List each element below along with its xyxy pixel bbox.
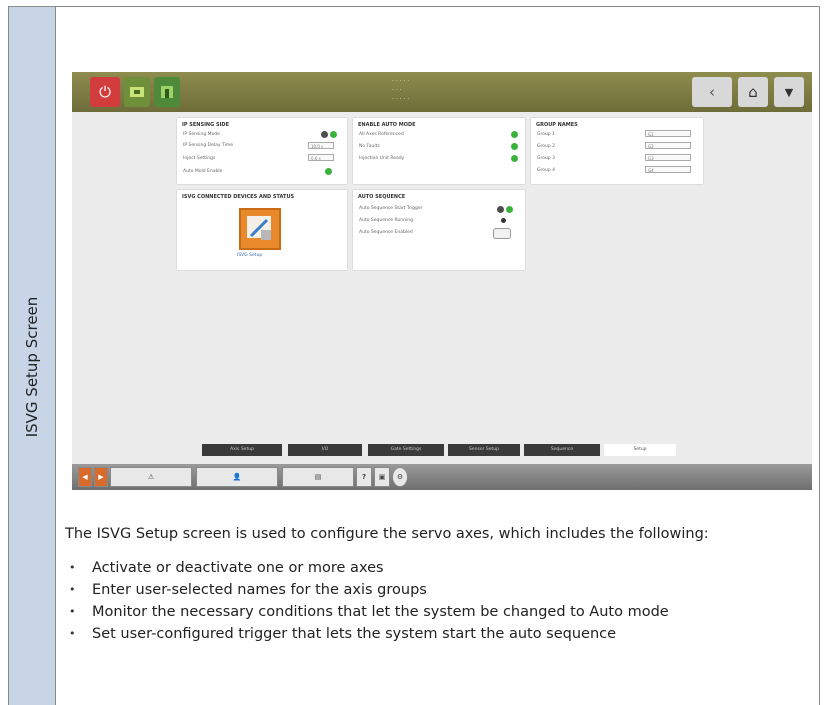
- trigger-indicator[interactable]: [506, 206, 513, 213]
- feature-list: Activate or deactivate one or more axes …: [65, 557, 805, 645]
- row-label: No Faults: [359, 144, 380, 149]
- next-button[interactable]: ▶: [94, 467, 108, 487]
- arrow-right-icon: ▶: [98, 473, 104, 481]
- group-name-input[interactable]: G4: [645, 166, 691, 173]
- row-label: Group 4: [537, 168, 555, 173]
- recipe-panel[interactable]: ▤: [282, 467, 354, 487]
- warning-icon: ⚠: [147, 473, 155, 481]
- info-line: · · ·: [392, 87, 402, 94]
- mold-icon: [130, 87, 144, 97]
- tab-setup[interactable]: Setup: [604, 444, 676, 456]
- row-label: All Axes Referenced: [359, 132, 404, 137]
- settings-button[interactable]: ⚙: [392, 467, 408, 487]
- alarm-panel[interactable]: ⚠: [110, 467, 192, 487]
- power-button[interactable]: ⏻: [90, 77, 120, 107]
- status-indicator: [511, 143, 518, 150]
- back-button[interactable]: ‹: [692, 77, 732, 107]
- group-name-input[interactable]: G3: [645, 154, 691, 161]
- tab-axis-setup[interactable]: Axis Setup: [202, 444, 282, 456]
- status-indicator: [511, 155, 518, 162]
- row-label: Inject Settings: [183, 156, 216, 161]
- hmi-top-bar: ⏻ · · · · · · · · · · · · · ‹ ⌂ ▼: [72, 72, 812, 112]
- connected-devices-card: ISVG CONNECTED DEVICES AND STATUS ISVG S…: [177, 190, 347, 270]
- row-label: Auto Sequence Running: [359, 218, 413, 223]
- home-button[interactable]: ⌂: [738, 77, 768, 107]
- tab-sequence[interactable]: Sequence: [524, 444, 600, 456]
- trigger-indicator[interactable]: [497, 206, 504, 213]
- row-label: Auto Mold Enable: [183, 169, 223, 174]
- user-icon: 👤: [232, 473, 242, 481]
- arrow-left-icon: ◀: [82, 473, 88, 481]
- row-label: Group 2: [537, 144, 555, 149]
- card-title: GROUP NAMES: [536, 122, 578, 128]
- isvg-setup-tile[interactable]: [239, 208, 281, 250]
- power-icon: ⏻: [99, 83, 111, 101]
- isvg-device-icon: [247, 216, 271, 240]
- mode-indicator[interactable]: [330, 131, 337, 138]
- group-names-card: GROUP NAMES Group 1 Group 2 Group 3 Grou…: [531, 118, 703, 184]
- running-indicator: [501, 218, 506, 223]
- row-label: Injection Unit Ready: [359, 156, 405, 161]
- home-icon: ⌂: [748, 83, 758, 101]
- group-name-input[interactable]: G1: [645, 130, 691, 137]
- download-button[interactable]: ▼: [774, 77, 804, 107]
- row-label: IP Sensing Mode: [183, 132, 220, 137]
- sidebar-title: ISVG Setup Screen: [23, 296, 41, 438]
- machine-status-icon[interactable]: [124, 77, 150, 107]
- recipe-icon: ▤: [314, 473, 322, 481]
- inject-setting-field[interactable]: 0.0 s: [308, 154, 334, 161]
- status-bar: ◀ ▶ ⚠ 👤 ▤ ? ▣ ⚙: [72, 464, 812, 490]
- delay-time-field[interactable]: 10.0 s: [308, 142, 334, 149]
- card-title: ENABLE AUTO MODE: [358, 122, 416, 128]
- isvg-setup-caption[interactable]: ISVG Setup: [237, 253, 262, 258]
- help-button[interactable]: ?: [356, 467, 372, 487]
- list-item: Enter user-selected names for the axis g…: [65, 579, 805, 601]
- screenshot-button[interactable]: ▣: [374, 467, 390, 487]
- isvg-status-icon[interactable]: [154, 77, 180, 107]
- camera-icon: ▣: [378, 473, 386, 481]
- tab-gate-settings[interactable]: Gate Settings: [368, 444, 444, 456]
- status-indicator: [511, 131, 518, 138]
- valve-gate-icon: [161, 86, 173, 98]
- user-panel[interactable]: 👤: [196, 467, 278, 487]
- row-label: Group 3: [537, 156, 555, 161]
- enable-toggle[interactable]: [493, 228, 511, 239]
- description-intro: The ISVG Setup screen is used to configu…: [65, 526, 709, 542]
- machine-info: · · · · · · · · · · · · ·: [392, 77, 409, 104]
- card-title: IP SENSING SIDE: [182, 122, 229, 128]
- info-line: · · · · ·: [392, 96, 410, 103]
- description: The ISVG Setup screen is used to configu…: [65, 523, 805, 645]
- auto-mold-indicator[interactable]: [325, 168, 332, 175]
- info-line: · · · · ·: [392, 78, 410, 85]
- tab-io[interactable]: I/O: [288, 444, 362, 456]
- card-title: AUTO SEQUENCE: [358, 194, 406, 200]
- ip-sensing-card: IP SENSING SIDE IP Sensing Mode IP Sensi…: [177, 118, 347, 184]
- back-icon: ‹: [709, 83, 715, 101]
- row-label: IP Sensing Delay Time: [183, 143, 234, 148]
- tab-sensor-setup[interactable]: Sensor Setup: [448, 444, 520, 456]
- group-name-input[interactable]: G2: [645, 142, 691, 149]
- card-title: ISVG CONNECTED DEVICES AND STATUS: [182, 194, 295, 200]
- row-label: Auto Sequence Enabled: [359, 230, 413, 235]
- gear-icon: ⚙: [396, 473, 404, 481]
- sidebar: ISVG Setup Screen: [9, 7, 56, 705]
- bottom-tab-bar: Axis Setup I/O Gate Settings Sensor Setu…: [72, 440, 812, 460]
- enable-auto-mode-card: ENABLE AUTO MODE All Axes Referenced No …: [353, 118, 525, 184]
- download-icon: ▼: [784, 85, 794, 99]
- hmi-screenshot: ⏻ · · · · · · · · · · · · · ‹ ⌂ ▼ IP SEN…: [72, 72, 812, 490]
- list-item: Activate or deactivate one or more axes: [65, 557, 805, 579]
- list-item: Monitor the necessary conditions that le…: [65, 601, 805, 623]
- row-label: Group 1: [537, 132, 555, 137]
- auto-sequence-card: AUTO SEQUENCE Auto Sequence Start Trigge…: [353, 190, 525, 270]
- prev-button[interactable]: ◀: [78, 467, 92, 487]
- mode-indicator[interactable]: [321, 131, 328, 138]
- row-label: Auto Sequence Start Trigger: [359, 206, 423, 211]
- list-item: Set user-configured trigger that lets th…: [65, 623, 805, 645]
